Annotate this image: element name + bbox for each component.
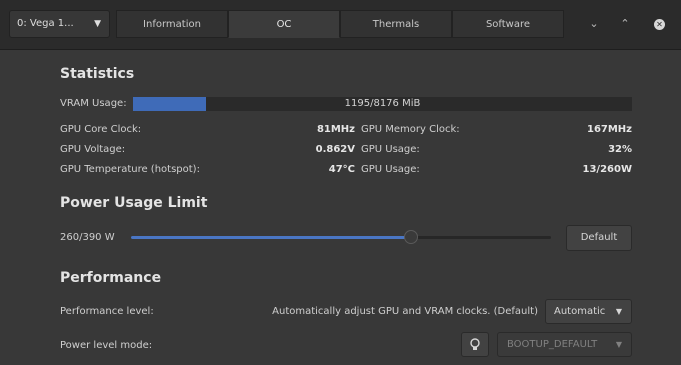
chevron-down-icon: ▼ [615, 307, 622, 316]
gpu-select-label: 0: Vega 1... [17, 18, 74, 29]
power-limit-slider-fill [131, 236, 411, 239]
chevron-up-icon: ⌃ [620, 17, 630, 30]
power-level-mode-select[interactable]: BOOTUP_DEFAULT ▼ [497, 332, 632, 357]
vram-usage-label: VRAM Usage: [60, 98, 127, 109]
section-title-performance: Performance [60, 270, 162, 286]
default-button-label: Default [580, 232, 618, 243]
header-bar: 0: Vega 1... ▼ Information OC Thermals S… [0, 0, 681, 50]
gpu-temperature-label: GPU Temperature (hotspot): [60, 164, 200, 175]
power-limit-slider-handle[interactable] [404, 230, 418, 244]
section-title-statistics: Statistics [60, 66, 135, 82]
gpu-voltage-label: GPU Voltage: [60, 144, 126, 155]
performance-level-description: Automatically adjust GPU and VRAM clocks… [272, 306, 538, 317]
tab-thermals[interactable]: Thermals [340, 10, 452, 38]
gpu-select[interactable]: 0: Vega 1... ▼ [9, 10, 110, 38]
tab-label: OC [276, 19, 292, 30]
lightbulb-icon [470, 338, 480, 350]
power-level-mode-value: BOOTUP_DEFAULT [507, 339, 598, 350]
chevron-down-icon: ▼ [94, 19, 101, 29]
chevron-down-icon: ▼ [615, 340, 622, 349]
tab-label: Software [485, 19, 531, 30]
tab-label: Thermals [372, 19, 420, 30]
close-icon: ✕ [656, 20, 663, 29]
power-profile-info-button[interactable] [461, 332, 489, 357]
performance-level-value: Automatic [554, 306, 606, 317]
gpu-power-usage-value: 13/260W [582, 164, 632, 175]
power-level-mode-label: Power level mode: [60, 340, 153, 351]
performance-level-select[interactable]: Automatic ▼ [545, 299, 632, 324]
gpu-core-clock-value: 81MHz [316, 124, 355, 135]
chevron-down-icon: ⌄ [589, 17, 599, 30]
close-button[interactable]: ✕ [654, 19, 665, 30]
gpu-memory-clock-label: GPU Memory Clock: [361, 124, 460, 135]
maximize-button[interactable]: ⌃ [615, 10, 635, 38]
vram-usage-text: 1195/8176 MiB [344, 98, 421, 109]
section-title-power-limit: Power Usage Limit [60, 195, 208, 211]
gpu-power-usage-label: GPU Usage: [361, 164, 420, 175]
gpu-memory-clock-value: 167MHz [586, 124, 632, 135]
tab-oc[interactable]: OC [228, 10, 340, 38]
oc-page: Statistics VRAM Usage: 1195/8176 MiB GPU… [0, 50, 681, 365]
gpu-core-clock-label: GPU Core Clock: [60, 124, 142, 135]
vram-usage-bar: 1195/8176 MiB [133, 97, 632, 111]
default-button[interactable]: Default [566, 225, 632, 251]
tab-information[interactable]: Information [116, 10, 228, 38]
tab-software[interactable]: Software [452, 10, 564, 38]
minimize-button[interactable]: ⌄ [584, 10, 604, 38]
power-limit-slider[interactable] [131, 236, 551, 239]
gpu-temperature-value: 47°C [328, 164, 355, 175]
performance-level-label: Performance level: [60, 306, 154, 317]
gpu-voltage-value: 0.862V [315, 144, 355, 155]
gpu-usage-label: GPU Usage: [361, 144, 420, 155]
tab-label: Information [143, 19, 201, 30]
power-limit-label: 260/390 W [60, 232, 115, 243]
gpu-usage-value: 32% [608, 144, 632, 155]
